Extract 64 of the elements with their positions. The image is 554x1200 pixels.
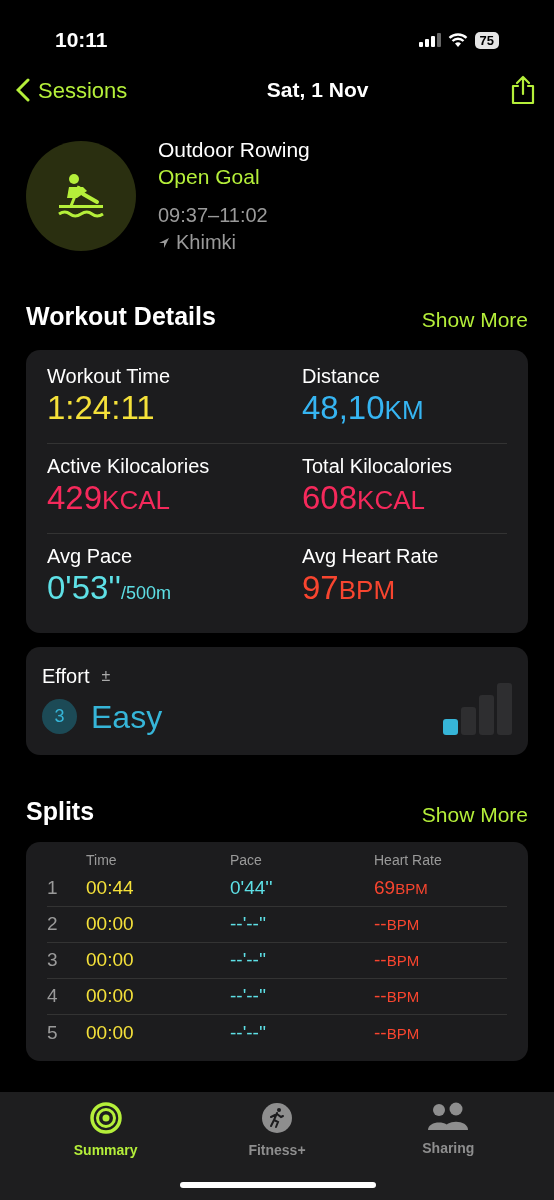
split-pace: --'--''	[230, 948, 267, 973]
split-heart-rate: --BPM	[374, 1020, 420, 1045]
back-chevron-icon	[16, 78, 30, 102]
split-time: 00:00	[86, 948, 134, 973]
effort-score: 3	[42, 699, 77, 734]
split-pace: --'--''	[230, 912, 267, 937]
metric-value: 1:24:11	[47, 388, 156, 428]
metric-label: Total Kilocalories	[302, 453, 454, 479]
split-number: 2	[47, 912, 58, 937]
column-header: Heart Rate	[374, 851, 442, 870]
tab-item[interactable]: Sharing	[388, 1102, 509, 1162]
column-header: Time	[86, 851, 117, 870]
share-icon	[510, 75, 536, 105]
metric-label: Distance	[302, 363, 381, 389]
section-title: Workout Details	[26, 301, 216, 332]
status-time: 10:11	[55, 27, 108, 54]
people-icon	[427, 1102, 470, 1132]
split-time: 00:00	[86, 1020, 134, 1045]
effort-meter-icon	[443, 682, 512, 735]
split-heart-rate: --BPM	[374, 984, 420, 1009]
workout-time-range: 09:37–11:02	[158, 203, 269, 228]
split-heart-rate: --BPM	[374, 912, 420, 937]
metric-value: 97BPM	[302, 568, 397, 608]
effort-rating: Easy	[91, 697, 163, 737]
split-number: 5	[47, 1020, 58, 1045]
split-heart-rate: --BPM	[374, 948, 420, 973]
runner-icon	[261, 1102, 293, 1134]
metric-label: Avg Heart Rate	[302, 543, 440, 569]
wifi-icon	[447, 32, 468, 48]
rowing-icon	[57, 172, 105, 220]
split-pace: --'--''	[230, 1020, 267, 1045]
adjust-icon[interactable]: ±	[101, 663, 111, 688]
metric-label: Active Kilocalories	[47, 453, 211, 479]
metric-value: 0'53''/500m	[47, 568, 172, 608]
split-number: 4	[47, 984, 58, 1009]
metric-value: 48,10KM	[302, 388, 425, 428]
show-more-link[interactable]: Show More	[421, 798, 528, 830]
workout-location: Khimki	[176, 230, 236, 255]
split-time: 00:44	[86, 876, 134, 901]
show-more-link[interactable]: Show More	[421, 304, 528, 336]
nav-title: Sat, 1 Nov	[266, 77, 369, 104]
metric-label: Avg Pace	[47, 543, 134, 569]
workout-goal: Open Goal	[158, 164, 261, 190]
split-time: 00:00	[86, 912, 134, 937]
metric-value: 429KCAL	[47, 478, 171, 518]
split-pace: 0'44''	[230, 876, 273, 901]
tab-item[interactable]: Summary	[45, 1102, 166, 1162]
section-title: Splits	[26, 795, 95, 827]
split-number: 1	[47, 876, 58, 901]
back-button[interactable]: Sessions	[16, 73, 128, 107]
signal-icon	[418, 33, 441, 47]
rings-icon	[89, 1102, 122, 1134]
battery-indicator: 75	[474, 31, 499, 49]
split-time: 00:00	[86, 984, 134, 1009]
workout-name: Outdoor Rowing	[158, 137, 310, 163]
column-header: Pace	[230, 851, 262, 870]
split-pace: --'--''	[230, 984, 267, 1009]
metric-value: 608KCAL	[302, 478, 426, 518]
effort-label: Effort	[42, 663, 90, 689]
metric-label: Workout Time	[47, 363, 171, 389]
location-arrow-icon	[158, 236, 170, 249]
split-number: 3	[47, 948, 58, 973]
tab-item[interactable]: Fitness+	[217, 1102, 337, 1162]
split-heart-rate: 69BPM	[374, 876, 428, 901]
